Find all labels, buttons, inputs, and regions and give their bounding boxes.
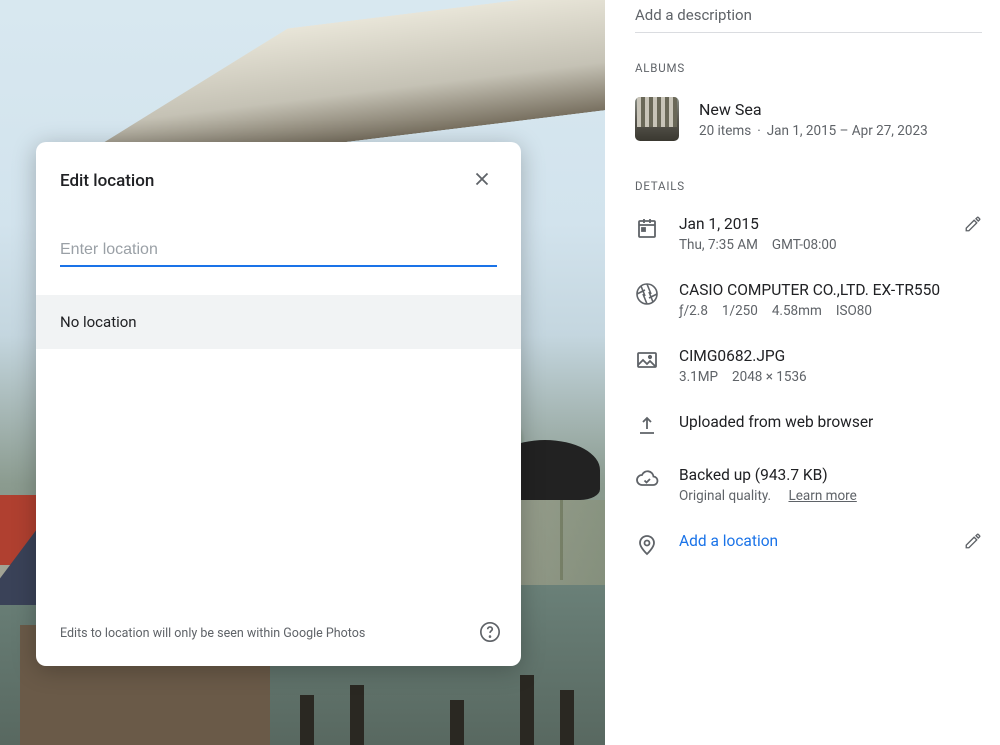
description-placeholder: Add a description bbox=[635, 6, 752, 24]
album-thumbnail bbox=[635, 97, 679, 141]
file-meta: 3.1MP2048 × 1536 bbox=[679, 369, 982, 385]
date-row: Jan 1, 2015 Thu, 7:35 AMGMT-08:00 bbox=[635, 215, 982, 253]
location-pin-icon bbox=[635, 533, 659, 557]
location-input[interactable] bbox=[60, 235, 497, 267]
upload-label: Uploaded from web browser bbox=[679, 413, 982, 431]
close-button[interactable] bbox=[467, 164, 497, 197]
albums-section-label: ALBUMS bbox=[635, 61, 982, 75]
date-secondary: Thu, 7:35 AMGMT-08:00 bbox=[679, 237, 964, 253]
cloud-check-icon bbox=[635, 467, 659, 491]
camera-meta: ƒ/2.81/2504.58mmISO80 bbox=[679, 303, 982, 319]
no-location-option[interactable]: No location bbox=[36, 295, 521, 349]
edit-location-modal: Edit location No location Edits to locat… bbox=[36, 142, 521, 666]
album-name: New Sea bbox=[699, 100, 982, 119]
edit-date-button[interactable] bbox=[964, 215, 982, 237]
aperture-icon bbox=[635, 282, 659, 306]
upload-icon bbox=[635, 414, 659, 438]
close-icon bbox=[471, 178, 493, 193]
scene-pier-posts bbox=[300, 665, 600, 745]
backup-label: Backed up (943.7 KB) bbox=[679, 466, 982, 484]
calendar-icon bbox=[635, 216, 659, 240]
help-icon bbox=[479, 631, 501, 646]
backup-row: Backed up (943.7 KB) Original quality. L… bbox=[635, 466, 982, 504]
description-field[interactable]: Add a description bbox=[635, 0, 982, 33]
upload-row: Uploaded from web browser bbox=[635, 413, 982, 438]
backup-quality: Original quality. Learn more bbox=[679, 488, 982, 504]
modal-title: Edit location bbox=[60, 171, 154, 191]
add-location-link[interactable]: Add a location bbox=[679, 532, 964, 550]
camera-row: CASIO COMPUTER CO.,LTD. EX-TR550 ƒ/2.81/… bbox=[635, 281, 982, 319]
footer-note: Edits to location will only be seen with… bbox=[60, 626, 365, 641]
album-meta: 20 items·Jan 1, 2015 – Apr 27, 2023 bbox=[699, 123, 982, 139]
camera-name: CASIO COMPUTER CO.,LTD. EX-TR550 bbox=[679, 281, 982, 299]
image-icon bbox=[635, 348, 659, 372]
album-row[interactable]: New Sea 20 items·Jan 1, 2015 – Apr 27, 2… bbox=[635, 97, 982, 141]
details-section-label: DETAILS bbox=[635, 179, 982, 193]
file-row: CIMG0682.JPG 3.1MP2048 × 1536 bbox=[635, 347, 982, 385]
help-button[interactable] bbox=[479, 621, 501, 646]
edit-location-button[interactable] bbox=[964, 532, 982, 554]
photo-viewport: Edit location No location Edits to locat… bbox=[0, 0, 605, 745]
date-primary: Jan 1, 2015 bbox=[679, 215, 964, 233]
info-panel: Add a description ALBUMS New Sea 20 item… bbox=[605, 0, 1000, 745]
learn-more-link[interactable]: Learn more bbox=[788, 488, 856, 504]
location-row: Add a location bbox=[635, 532, 982, 557]
file-name: CIMG0682.JPG bbox=[679, 347, 982, 365]
no-location-label: No location bbox=[60, 313, 137, 331]
